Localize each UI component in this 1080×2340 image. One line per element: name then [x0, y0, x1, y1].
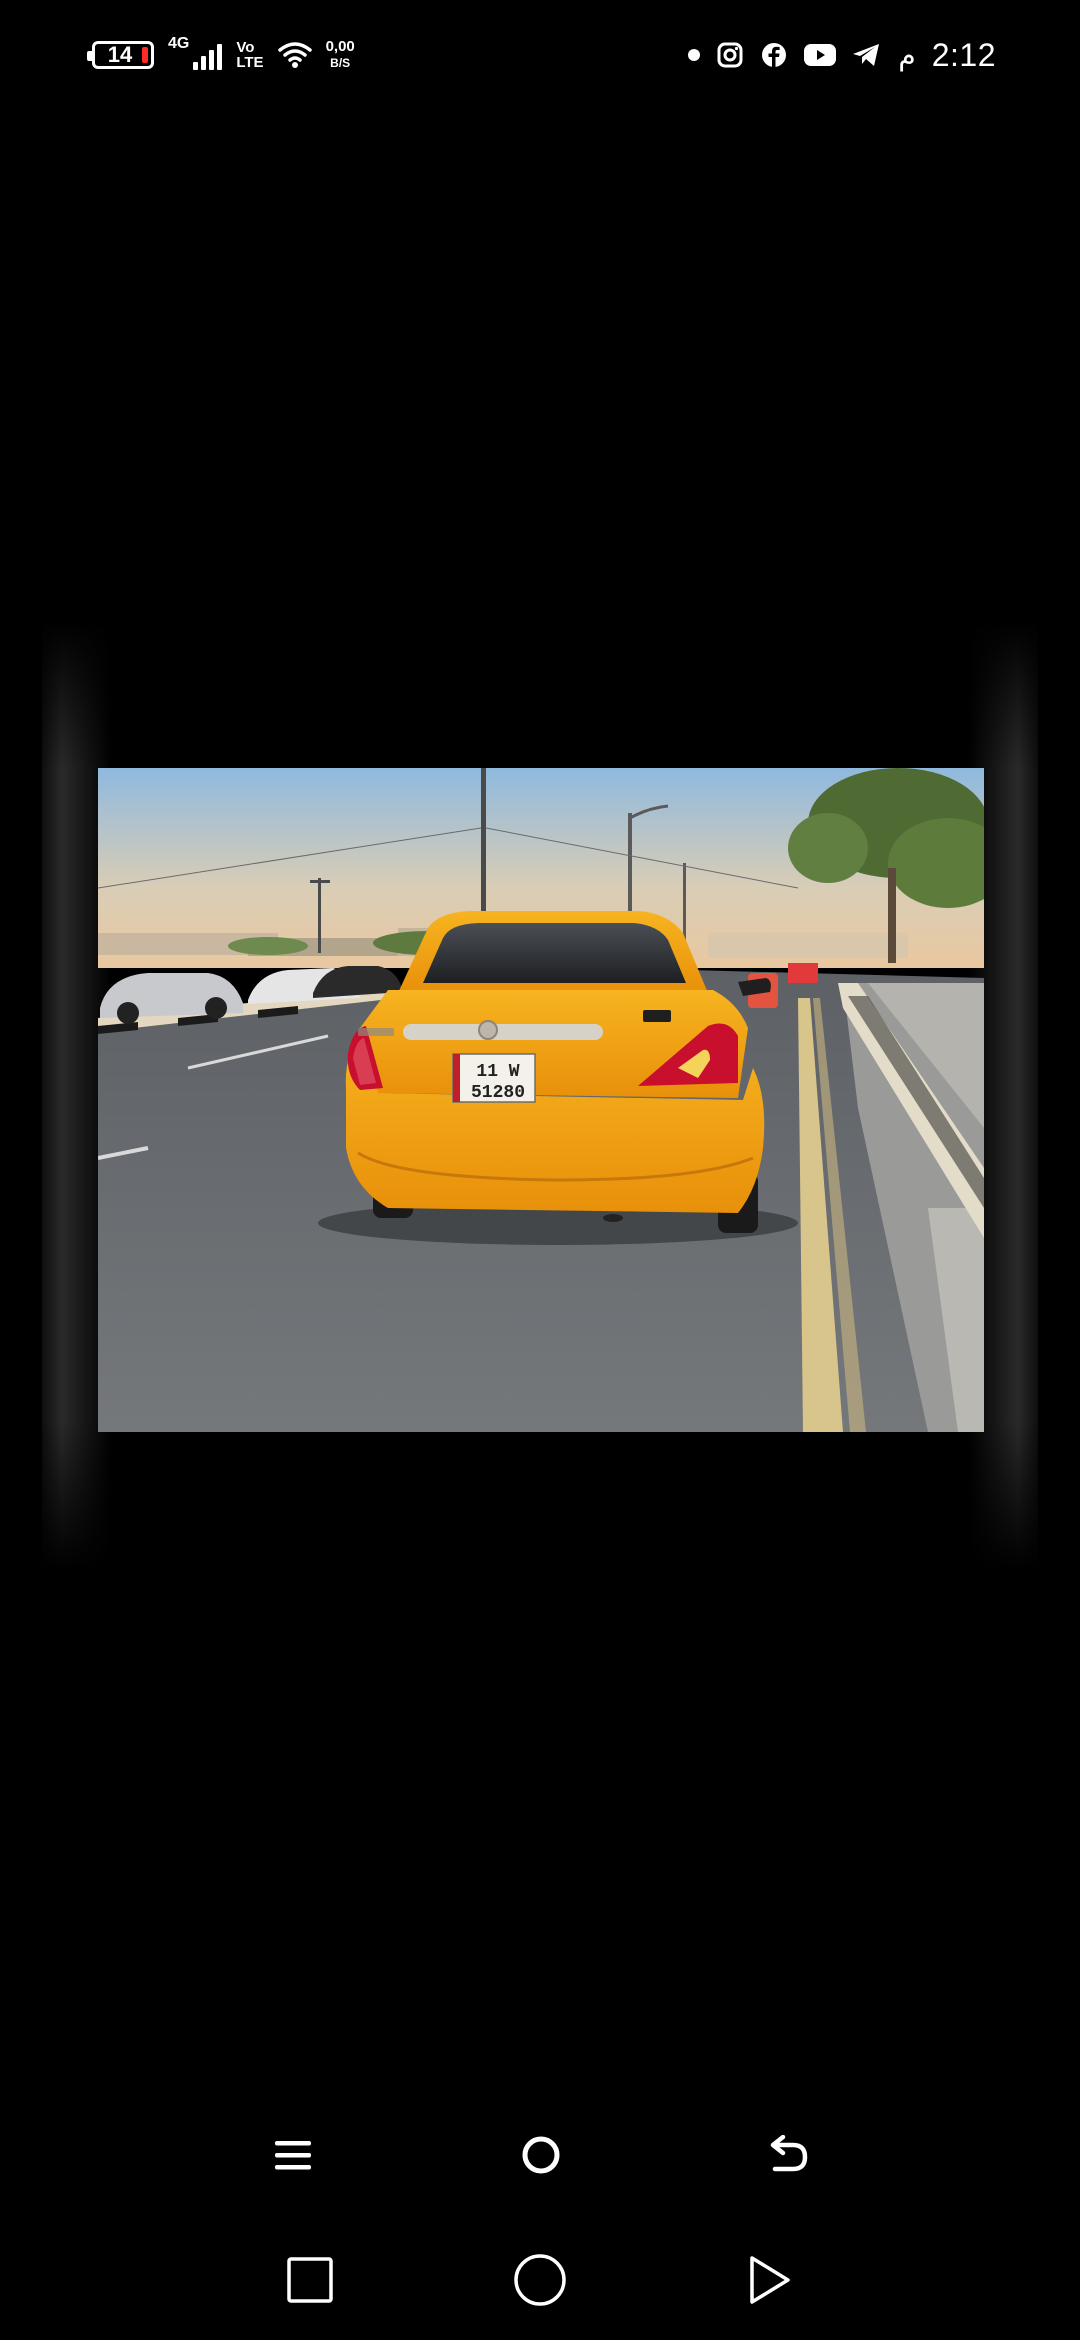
system-nav-bar — [0, 2240, 1080, 2320]
facebook-icon — [760, 41, 788, 69]
menu-icon[interactable] — [253, 2115, 333, 2195]
back-arrow-icon[interactable] — [749, 2115, 829, 2195]
battery-icon: 14 — [87, 41, 154, 69]
instagram-icon — [716, 41, 744, 69]
signal-icon — [193, 40, 223, 70]
speed-value: 0,00 — [325, 38, 355, 55]
plate-line1: 11 W — [476, 1062, 519, 1082]
wifi-icon — [277, 42, 312, 68]
clock: 2:12 — [931, 36, 996, 73]
status-left-group: 14 4G Vo LTE 0,00 B/S — [87, 30, 355, 80]
status-right-group: م 2:12 — [688, 30, 996, 80]
volte-top: Vo — [236, 39, 255, 56]
taxi-photo[interactable]: 11 W 51280 — [98, 768, 984, 1432]
recents-square-icon[interactable] — [270, 2240, 350, 2320]
home-circle-icon[interactable] — [501, 2115, 581, 2195]
volte-bottom: LTE — [236, 54, 264, 71]
volte-indicator: Vo LTE — [236, 40, 263, 70]
youtube-icon — [804, 41, 837, 69]
viewer-nav-bar — [0, 2115, 1080, 2195]
battery-level: 14 — [107, 42, 133, 67]
network-speed: 0,00 B/S — [326, 39, 355, 71]
status-bar: 14 4G Vo LTE 0,00 B/S م 2:12 — [0, 0, 1080, 110]
photo-viewer-screen: 14 4G Vo LTE 0,00 B/S م 2:12 11 W 51280 — [0, 0, 1080, 2340]
speed-unit: B/S — [330, 56, 351, 70]
taxi-photo-image: 11 W 51280 — [98, 768, 984, 1432]
telegram-icon — [852, 41, 880, 69]
notification-dot — [688, 49, 701, 61]
plate-line2: 51280 — [471, 1083, 525, 1103]
time-period: م — [898, 39, 916, 71]
system-home-circle-icon[interactable] — [500, 2240, 580, 2320]
back-triangle-icon[interactable] — [730, 2240, 810, 2320]
network-type: 4G — [168, 35, 190, 52]
